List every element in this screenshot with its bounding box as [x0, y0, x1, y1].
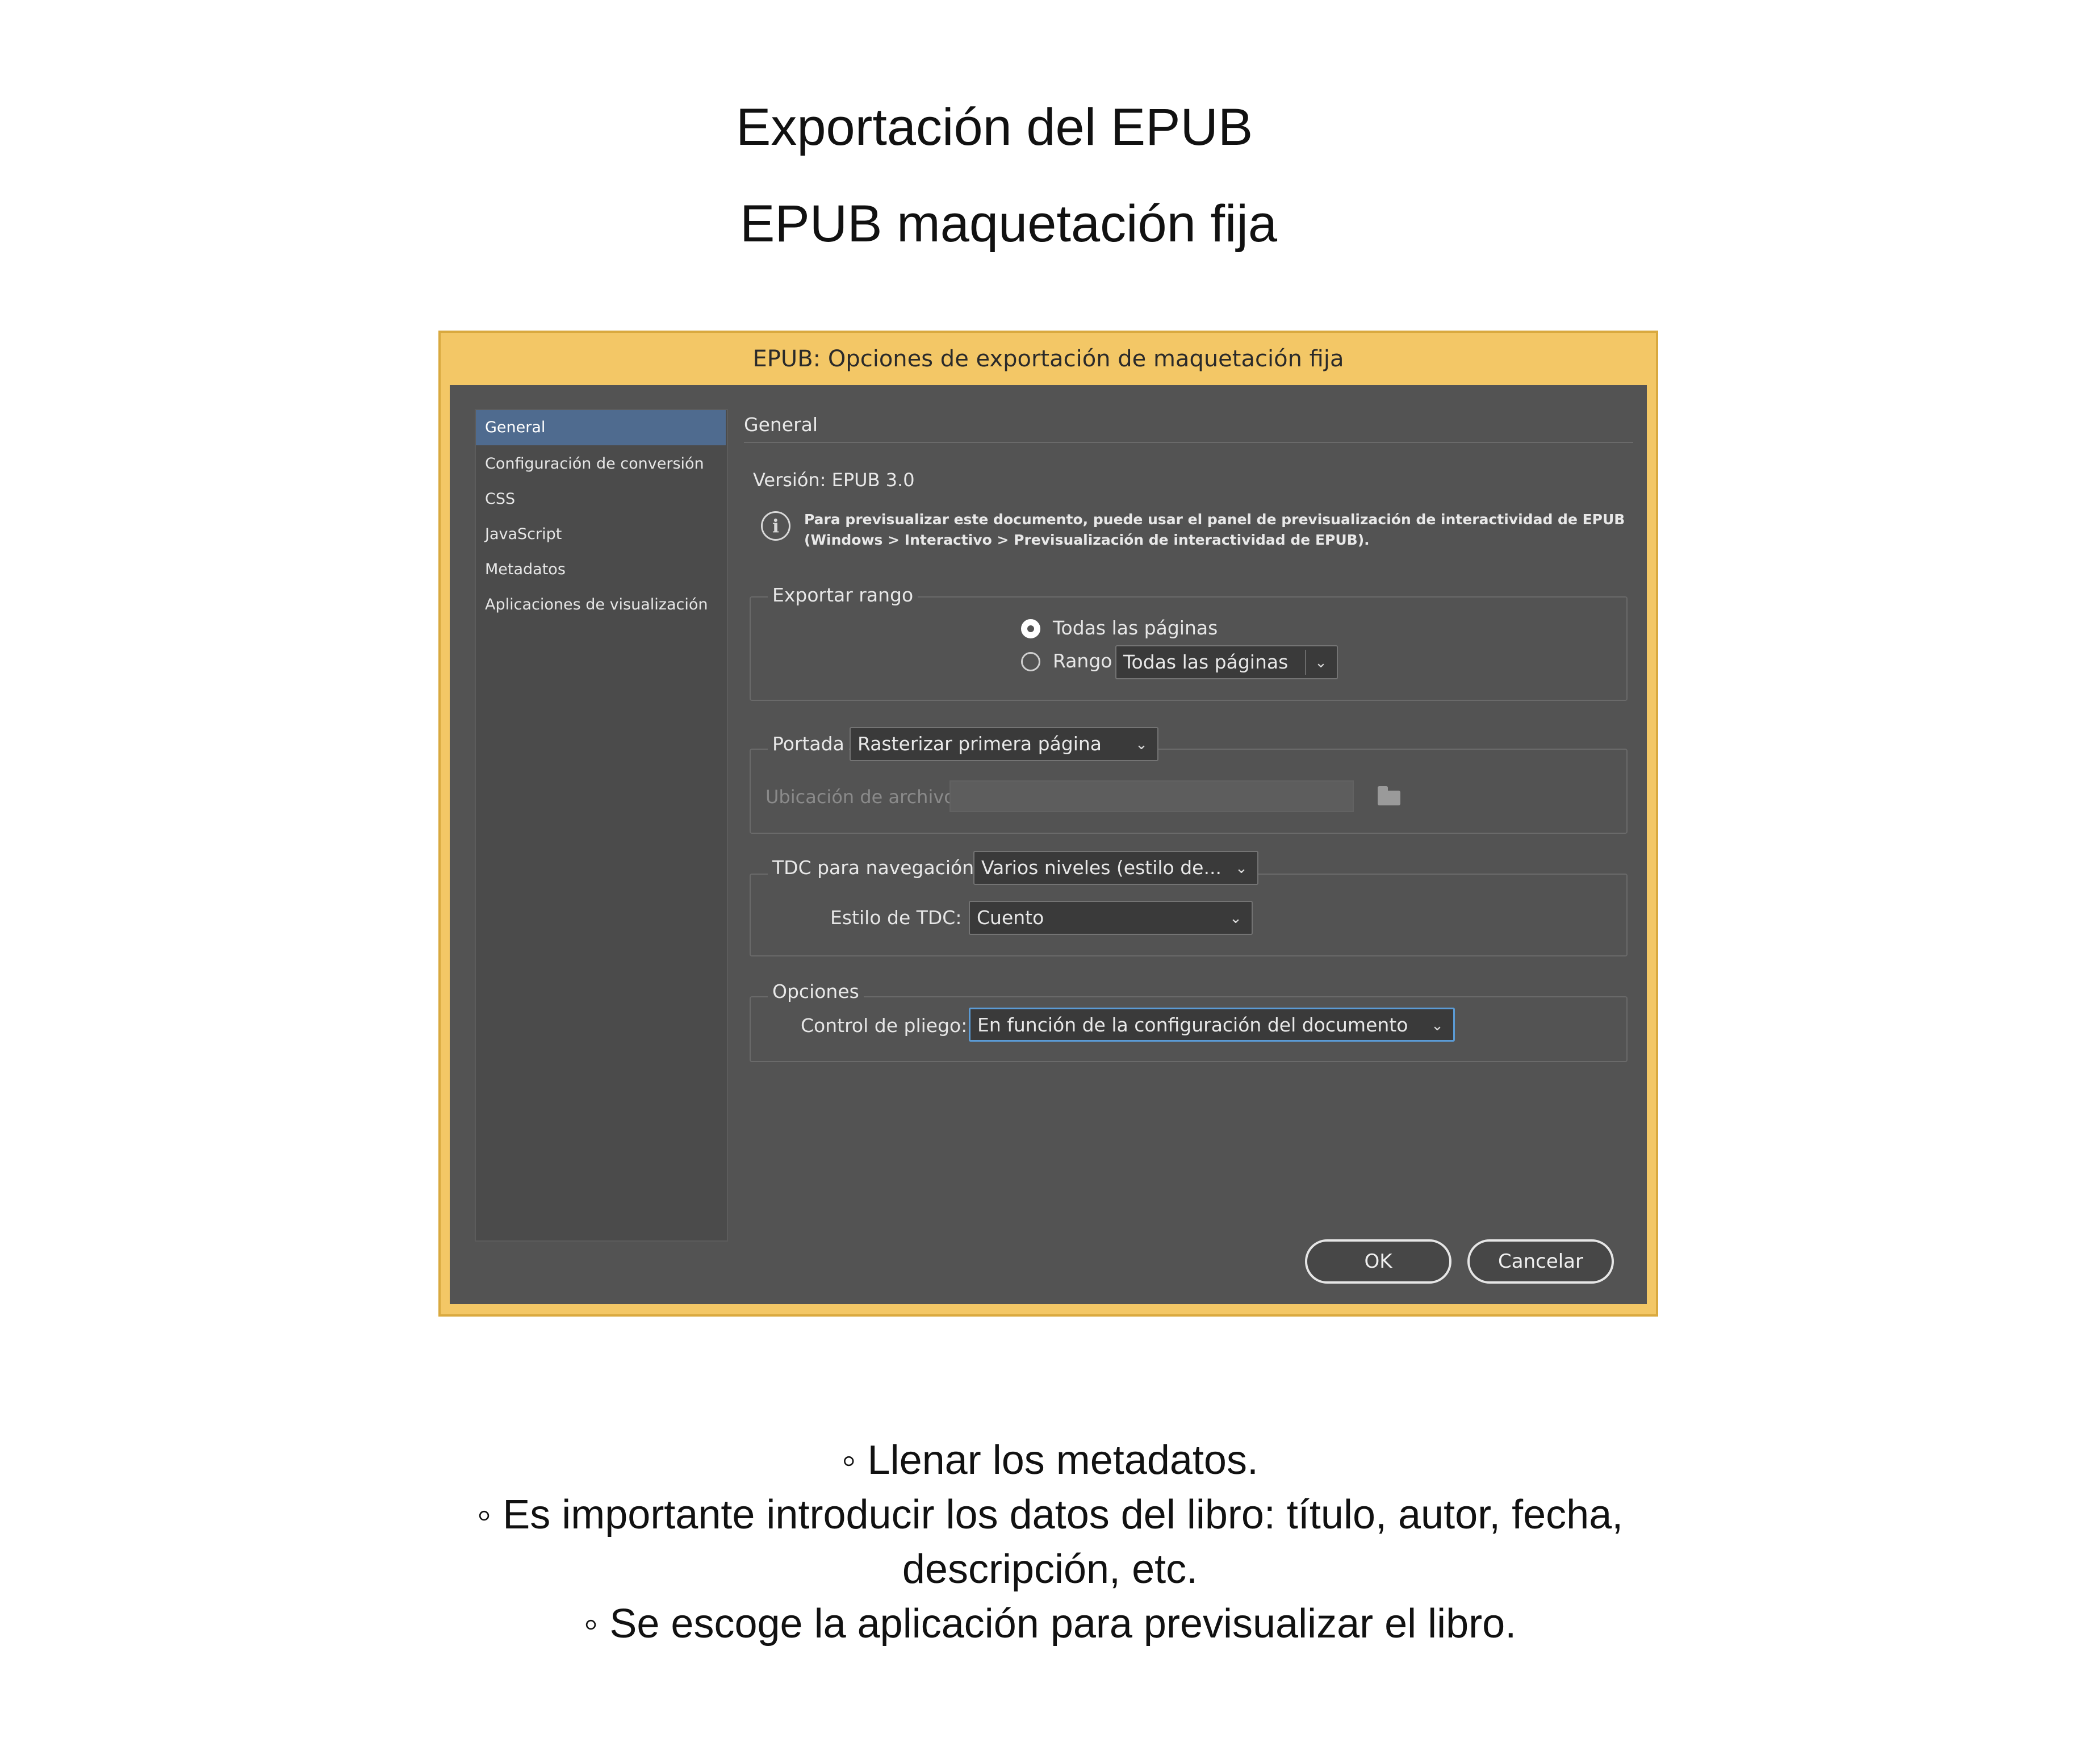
sidebar-item-css[interactable]: CSS [476, 482, 726, 517]
cover-label: Portada [768, 733, 849, 755]
options-label: Opciones [768, 980, 864, 1002]
export-range-label: Exportar rango [768, 584, 918, 606]
radio-all-pages-label: Todas las páginas [1053, 617, 1218, 639]
toc-style-select-value: Cuento [977, 906, 1044, 929]
version-text: Versión: EPUB 3.0 [753, 469, 915, 491]
note-line-3: descripción, etc. [902, 1547, 1198, 1592]
sidebar-item-metadata[interactable]: Metadatos [476, 552, 726, 587]
info-text-line-1: Para previsualizar este documento, puede… [804, 511, 1625, 528]
cover-select[interactable]: Rasterizar primera página ⌄ [850, 727, 1158, 761]
dialog-body: General Configuración de conversión CSS … [450, 385, 1647, 1304]
chevron-down-icon: ⌄ [1315, 654, 1327, 671]
range-select-value: Todas las páginas [1123, 651, 1289, 673]
ok-button[interactable]: OK [1305, 1239, 1451, 1284]
cancel-button[interactable]: Cancelar [1467, 1239, 1614, 1284]
range-select[interactable]: Todas las páginas ⌄ [1115, 645, 1338, 679]
toc-style-label: Estilo de TDC: [830, 906, 962, 929]
info-icon: i [761, 511, 790, 541]
toc-style-select[interactable]: Cuento ⌄ [969, 901, 1253, 935]
sidebar-item-viewing-apps[interactable]: Aplicaciones de visualización [476, 587, 726, 623]
radio-range-label: Rango [1053, 650, 1112, 672]
spread-control-select-value: En función de la configuración del docum… [977, 1014, 1408, 1036]
chevron-down-icon: ⌄ [1135, 736, 1148, 753]
slide-title: Exportación del EPUB [736, 98, 1253, 156]
panel-heading: General [744, 413, 818, 436]
cover-select-value: Rasterizar primera página [857, 733, 1102, 755]
radio-range[interactable] [1021, 652, 1040, 671]
toc-nav-select-value: Varios niveles (estilo de... [981, 857, 1221, 879]
file-location-label: Ubicación de archivo: [765, 786, 961, 808]
chevron-down-icon: ⌄ [1431, 1017, 1444, 1034]
toc-nav-label: TDC para navegación [768, 857, 979, 879]
spread-control-select[interactable]: En función de la configuración del docum… [969, 1008, 1455, 1042]
note-line-1: ◦ Llenar los metadatos. [842, 1438, 1258, 1483]
sidebar: General Configuración de conversión CSS … [475, 409, 728, 1242]
spread-control-label: Control de pliego: [801, 1014, 968, 1037]
chevron-down-icon: ⌄ [1229, 909, 1242, 926]
sidebar-item-javascript[interactable]: JavaScript [476, 517, 726, 552]
chevron-down-icon: ⌄ [1235, 859, 1248, 876]
panel-divider [744, 442, 1633, 443]
file-location-field [949, 780, 1354, 812]
sidebar-item-conversion-settings[interactable]: Configuración de conversión [476, 446, 726, 482]
range-select-separator [1305, 650, 1306, 675]
epub-export-dialog: EPUB: Opciones de exportación de maqueta… [438, 331, 1658, 1317]
radio-all-pages[interactable] [1021, 619, 1040, 638]
folder-icon [1378, 786, 1400, 805]
info-text-line-2: (Windows > Interactivo > Previsualizació… [804, 532, 1370, 548]
note-line-2: ◦ Es importante introducir los datos del… [476, 1492, 1624, 1538]
slide-subtitle: EPUB maquetación fija [740, 195, 1278, 253]
dialog-title: EPUB: Opciones de exportación de maqueta… [752, 346, 1344, 372]
toc-nav-select[interactable]: Varios niveles (estilo de... ⌄ [973, 851, 1258, 885]
sidebar-item-general[interactable]: General [476, 410, 726, 445]
note-line-4: ◦ Se escoge la aplicación para previsual… [583, 1601, 1517, 1647]
